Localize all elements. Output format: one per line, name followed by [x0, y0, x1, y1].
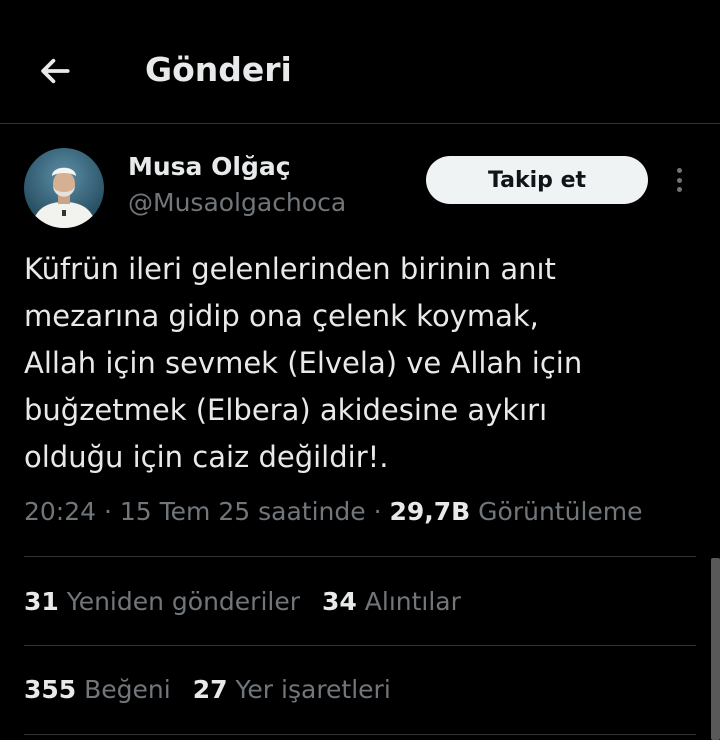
bookmarks-stat[interactable]: 27 Yer işaretleri [193, 675, 391, 704]
quotes-count: 34 [322, 587, 357, 616]
tweet-text: Küfrün ileri gelenlerinden birinin anıt … [24, 252, 583, 474]
divider [24, 645, 696, 646]
author-name[interactable]: Musa Olğaç [128, 151, 291, 183]
views-label: Görüntüleme [478, 497, 643, 526]
views-count: 29,7B [389, 497, 471, 526]
likes-count: 355 [24, 675, 77, 704]
avatar[interactable] [24, 148, 104, 228]
divider [24, 734, 696, 735]
more-options-button[interactable] [664, 164, 694, 196]
more-vertical-icon [676, 168, 682, 173]
stats-row: 355 Beğeni 27 Yer işaretleri [24, 673, 391, 707]
quotes-label: Alıntılar [364, 587, 461, 616]
page-title: Gönderi [145, 50, 292, 89]
likes-stat[interactable]: 355 Beğeni [24, 675, 171, 704]
arrow-left-icon [41, 58, 70, 84]
retweets-label: Yeniden gönderiler [66, 587, 301, 616]
stats-row: 31 Yeniden gönderiler 34 Alıntılar [24, 585, 461, 619]
tweet-meta: 20:24 · 15 Tem 25 saatinde · 29,7B Görün… [24, 494, 643, 530]
likes-label: Beğeni [84, 675, 171, 704]
quotes-stat[interactable]: 34 Alıntılar [322, 587, 461, 616]
scrollbar[interactable] [711, 558, 720, 740]
retweets-stat[interactable]: 31 Yeniden gönderiler [24, 587, 300, 616]
retweets-count: 31 [24, 587, 59, 616]
follow-button[interactable]: Takip et [426, 156, 648, 204]
meta-separator: · [365, 497, 390, 526]
tweet-time[interactable]: 20:24 [24, 497, 96, 526]
meta-separator: · [96, 497, 120, 526]
top-bar: Gönderi [0, 0, 720, 124]
bookmarks-count: 27 [192, 675, 228, 704]
back-button[interactable] [30, 46, 80, 96]
divider [24, 556, 696, 557]
bookmarks-label: Yer işaretleri [235, 675, 391, 704]
tweet-date[interactable]: 15 Tem 25 saatinde [120, 497, 366, 526]
author-handle[interactable]: @Musaolgachoca [128, 187, 346, 219]
